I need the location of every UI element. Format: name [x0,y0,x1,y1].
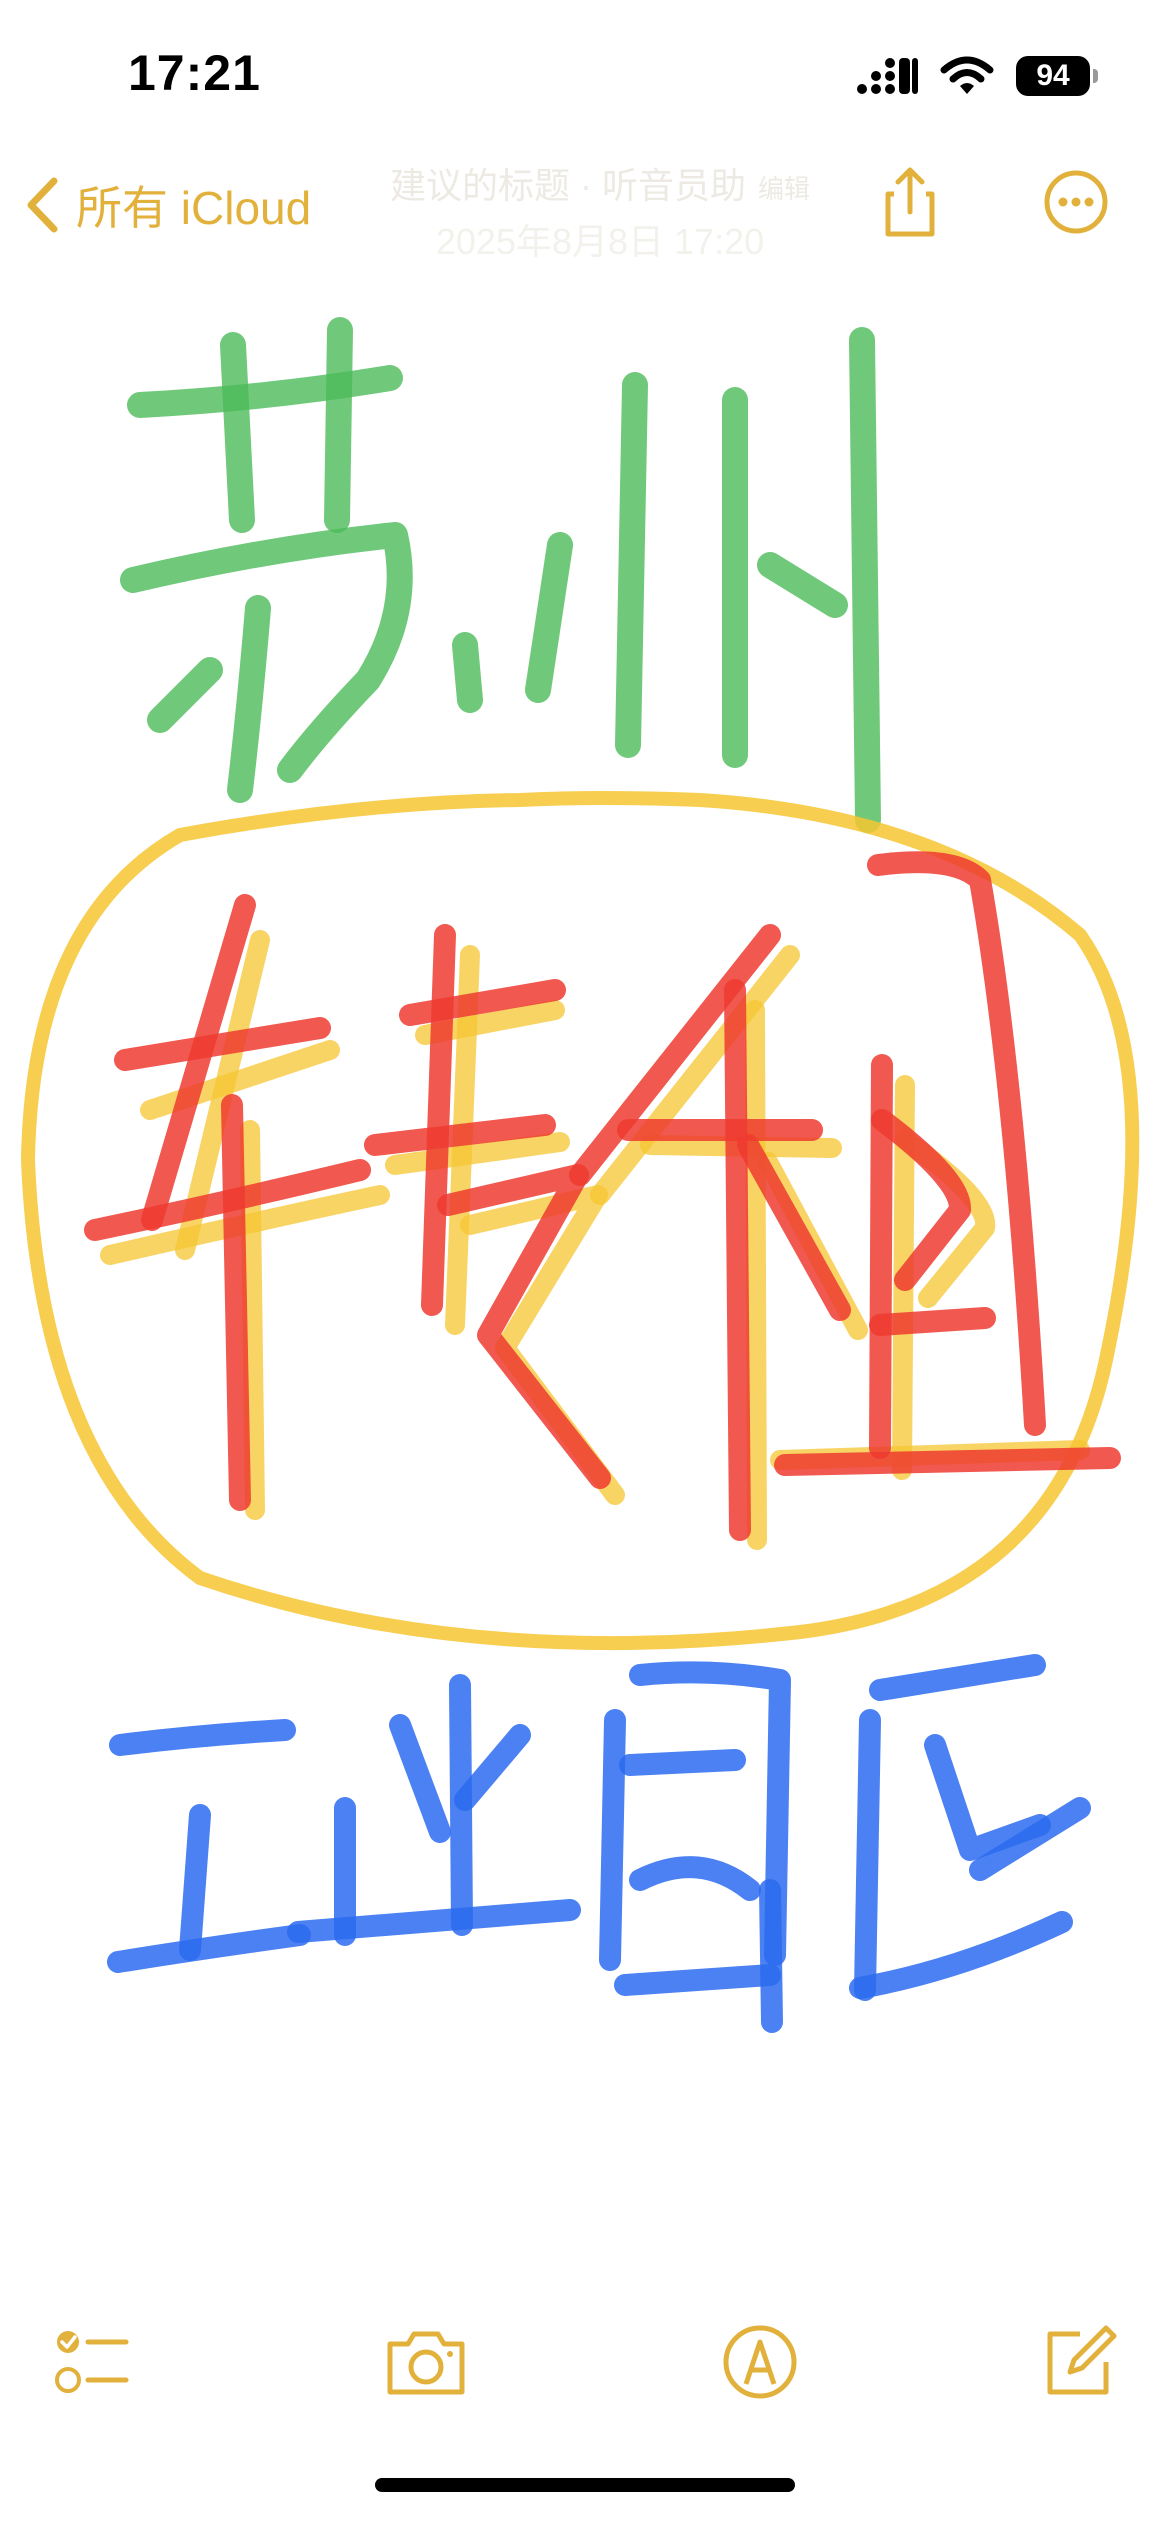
wifi-icon [940,56,994,94]
back-button[interactable]: 所有 iCloud [24,172,311,238]
back-label: 所有 iCloud [76,182,312,234]
markup-icon[interactable] [718,2320,802,2404]
note-title-faded: 建议的标题 · 听音员助 编辑 [300,158,900,217]
navigation-bar: 所有 iCloud 建议的标题 · 听音员助 编辑 2025年8月8日 17:20 [0,150,1170,280]
cellular-signal-icon [857,58,918,94]
camera-icon[interactable] [384,2320,468,2404]
note-date-faded: 2025年8月8日 17:20 [435,221,765,262]
compose-icon[interactable] [1036,2320,1120,2404]
home-indicator[interactable] [375,2478,795,2492]
handwriting-yellow [21,791,1140,1651]
status-bar: 17:21 94 [0,0,1170,150]
handwriting-blue [107,1654,1091,2033]
chevron-left-icon [27,177,58,233]
battery-level: 94 [1036,59,1070,92]
edited-badge: 编辑 [757,174,810,204]
note-title-text: 建议的标题 · 听音员助 [389,165,746,206]
handwriting-drawing[interactable] [0,280,1170,2140]
bottom-toolbar [0,2300,1170,2420]
handwriting-green [120,317,881,833]
checklist-icon[interactable] [50,2320,134,2404]
status-time: 17:21 [128,45,261,101]
share-icon[interactable] [870,162,950,242]
status-icons: 94 [856,56,1098,96]
more-options-icon[interactable] [1036,162,1116,242]
battery-indicator: 94 [1016,56,1098,96]
